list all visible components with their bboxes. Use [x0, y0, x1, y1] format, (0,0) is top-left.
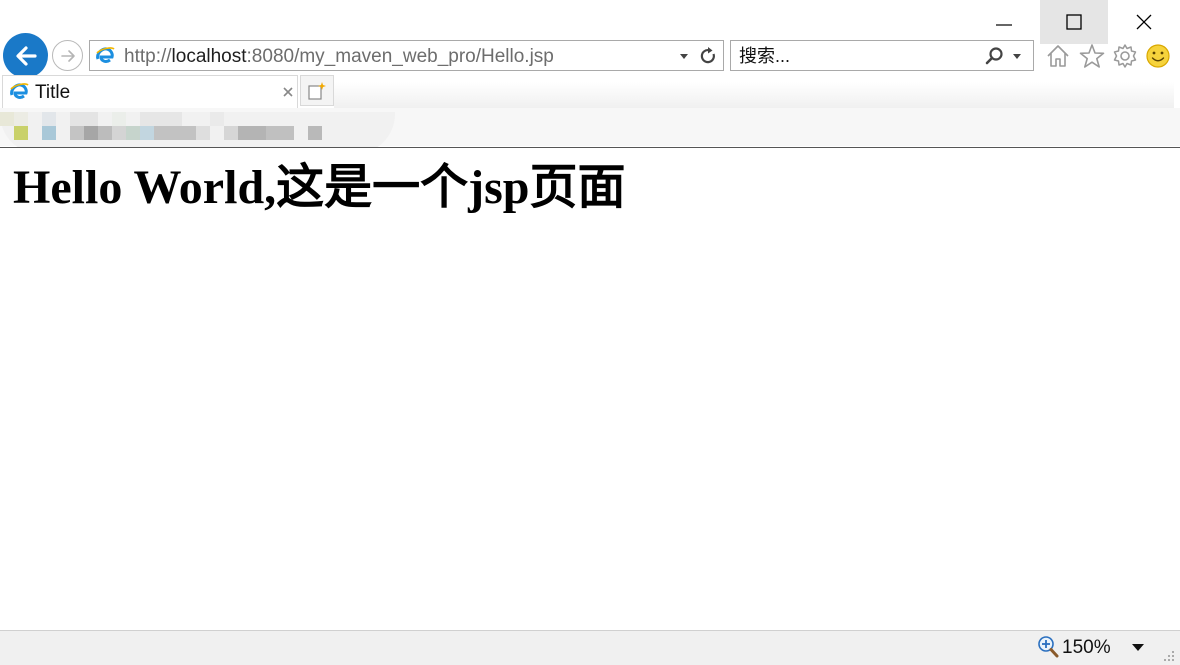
blur-pixel	[266, 126, 294, 140]
feedback-smiley-icon	[1146, 44, 1170, 68]
close-icon	[1136, 14, 1152, 30]
blur-pixel	[126, 126, 140, 140]
blur-pixel	[140, 112, 182, 126]
blur-pixel	[14, 112, 28, 126]
close-icon	[283, 87, 293, 97]
blur-pixel	[42, 112, 56, 126]
url-text[interactable]: http://localhost:8080/my_maven_web_pro/H…	[124, 46, 554, 68]
chevron-down-icon	[680, 54, 688, 59]
settings-gear-icon	[1113, 44, 1137, 68]
status-bar: 150%	[0, 630, 1180, 665]
maximize-icon	[1066, 14, 1082, 30]
blur-pixel	[14, 126, 28, 140]
close-window-button[interactable]	[1110, 0, 1178, 44]
blur-pixel	[210, 112, 224, 126]
search-icon	[985, 47, 1003, 65]
ie-logo-icon	[10, 83, 29, 99]
minimize-button[interactable]	[970, 0, 1038, 44]
blur-pixel	[98, 126, 112, 140]
refresh-button[interactable]	[696, 44, 720, 68]
blur-pixel	[70, 126, 84, 140]
search-box[interactable]	[730, 40, 1034, 71]
zoom-dropdown-button[interactable]	[1128, 639, 1148, 655]
tab-strip-background	[334, 82, 1174, 108]
zoom-level[interactable]: 150%	[1062, 637, 1111, 659]
refresh-icon	[700, 47, 715, 64]
page-heading: Hello World,这是一个jsp页面	[13, 161, 626, 214]
close-tab-button[interactable]	[281, 85, 295, 99]
back-arrow-icon	[15, 45, 37, 66]
search-provider-dropdown[interactable]	[1009, 48, 1025, 64]
ie-logo-icon	[96, 47, 115, 63]
address-bar[interactable]: http://localhost:8080/my_maven_web_pro/H…	[89, 40, 724, 71]
blur-pixel	[140, 126, 154, 140]
blur-pixel	[308, 126, 322, 140]
blur-pixel	[112, 112, 126, 126]
blur-pixel	[0, 112, 14, 126]
chevron-down-icon	[1013, 54, 1021, 59]
blur-pixel	[112, 126, 126, 140]
blur-pixel	[154, 126, 196, 140]
new-tab-button[interactable]	[300, 75, 334, 106]
blur-pixel	[42, 126, 56, 140]
settings-button[interactable]	[1111, 42, 1139, 70]
search-button[interactable]	[983, 45, 1005, 67]
tab-title: Title	[35, 82, 71, 103]
new-tab-icon	[308, 81, 326, 100]
home-icon	[1047, 45, 1069, 67]
minimize-icon	[996, 24, 1012, 26]
blur-pixel	[70, 112, 98, 126]
home-button[interactable]	[1044, 42, 1072, 70]
feedback-button[interactable]	[1144, 42, 1172, 70]
back-button[interactable]	[3, 33, 48, 78]
blur-pixel	[84, 126, 98, 140]
favorites-button[interactable]	[1078, 42, 1106, 70]
tab-active[interactable]: Title	[2, 75, 298, 109]
blur-pixel	[224, 126, 238, 140]
address-dropdown-button[interactable]	[676, 48, 692, 64]
chevron-down-icon	[1132, 644, 1144, 651]
maximize-button[interactable]	[1040, 0, 1108, 44]
search-input[interactable]	[739, 44, 969, 68]
forward-arrow-icon	[60, 49, 75, 62]
favorites-star-icon	[1079, 44, 1105, 68]
blur-pixel	[196, 126, 210, 140]
zoom-in-icon[interactable]	[1036, 635, 1060, 659]
blur-pixel	[238, 126, 266, 140]
forward-button[interactable]	[52, 40, 83, 71]
page-content: Hello World,这是一个jsp页面	[0, 148, 1180, 630]
resize-grip-icon[interactable]	[1162, 649, 1176, 663]
